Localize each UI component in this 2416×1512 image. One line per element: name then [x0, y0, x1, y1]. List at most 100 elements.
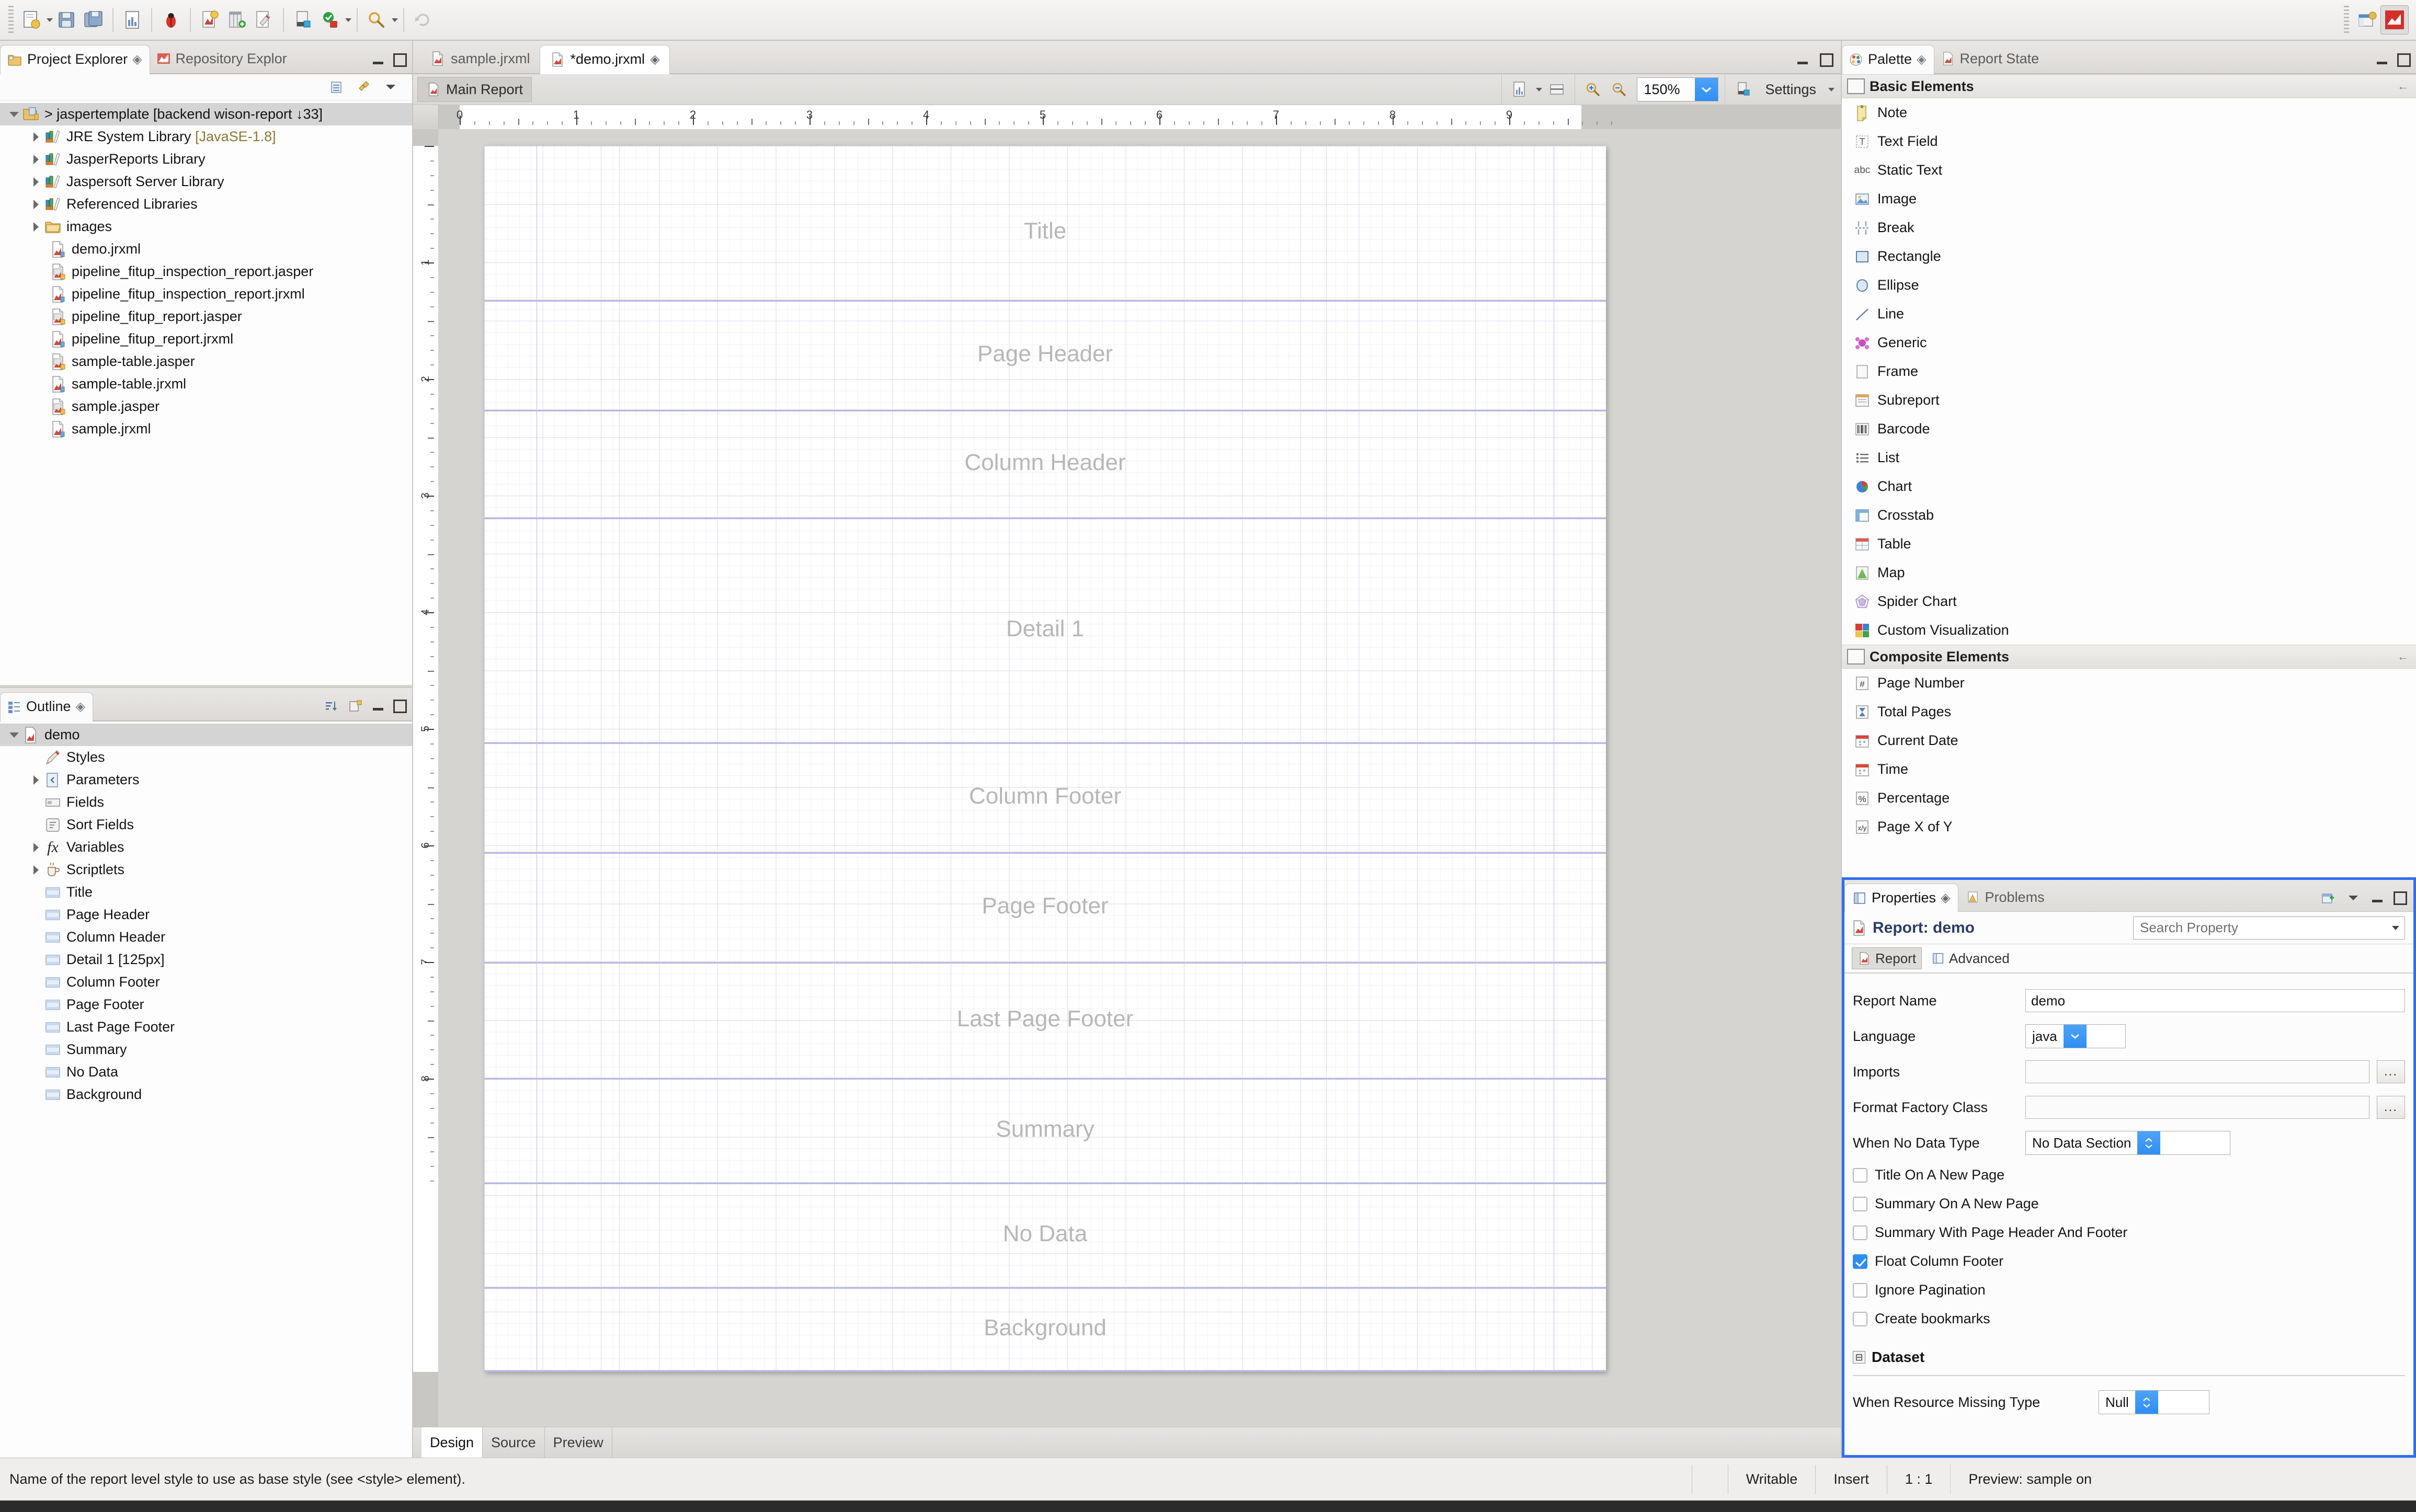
- search-dropdown-caret[interactable]: [392, 18, 398, 22]
- palette-item[interactable]: Crosstab: [1842, 501, 2416, 530]
- tree-item[interactable]: Parameters: [0, 769, 412, 791]
- new-property-icon[interactable]: [2320, 890, 2336, 906]
- tree-twisty[interactable]: [29, 130, 43, 144]
- tree-item[interactable]: JRE System Library [JavaSE-1.8]: [0, 125, 412, 148]
- chevron-down-icon[interactable]: [1695, 78, 1718, 101]
- publish-icon[interactable]: [289, 6, 316, 34]
- property-browse-button[interactable]: ...: [2377, 1060, 2405, 1083]
- tree-item[interactable]: Page Footer: [0, 993, 412, 1016]
- tree-item[interactable]: pipeline_fitup_report.jrxml: [0, 328, 412, 350]
- property-spinner[interactable]: Null: [2099, 1390, 2209, 1414]
- palette-item[interactable]: Total Pages: [1842, 697, 2416, 726]
- new-dropdown-caret[interactable]: [47, 18, 53, 22]
- palette-item[interactable]: x/y Page X of Y: [1842, 812, 2416, 841]
- collapse-icon[interactable]: ←: [2397, 650, 2409, 663]
- report-band[interactable]: Last Page Footer: [484, 964, 1606, 1080]
- tree-twisty[interactable]: [7, 728, 21, 742]
- palette-item[interactable]: Barcode: [1842, 415, 2416, 443]
- tree-item[interactable]: sample.jrxml: [0, 418, 412, 440]
- editor-tab-demo[interactable]: *demo.jrxml ◈: [539, 45, 670, 74]
- tree-item[interactable]: Summary: [0, 1038, 412, 1061]
- tree-item[interactable]: pipeline_fitup_inspection_report.jasper: [0, 260, 412, 283]
- spinner-arrows-icon[interactable]: [2137, 1131, 2161, 1154]
- validate-dropdown-caret[interactable]: [345, 18, 351, 22]
- tree-item[interactable]: sample-table.jasper: [0, 350, 412, 373]
- tree-item[interactable]: Background: [0, 1083, 412, 1106]
- maximize-icon[interactable]: [393, 53, 407, 67]
- minimize-icon[interactable]: [371, 53, 385, 67]
- tab-palette[interactable]: Palette ◈: [1842, 45, 1934, 74]
- property-checkbox-row[interactable]: Float Column Footer: [1853, 1247, 2405, 1276]
- tree-twisty[interactable]: [29, 863, 43, 877]
- validate-icon[interactable]: [316, 6, 344, 34]
- properties-view-icon[interactable]: [347, 698, 363, 714]
- property-browse-button[interactable]: ...: [2377, 1096, 2405, 1119]
- zoom-in-icon[interactable]: [1581, 78, 1604, 101]
- main-report-button[interactable]: Main Report: [417, 77, 532, 102]
- tree-item[interactable]: demo.jrxml: [0, 238, 412, 260]
- report-preview-icon[interactable]: [119, 6, 146, 34]
- close-icon[interactable]: ◈: [76, 699, 85, 714]
- link-editor-icon[interactable]: [356, 79, 371, 95]
- run-report-icon[interactable]: [196, 6, 223, 34]
- tree-item[interactable]: No Data: [0, 1061, 412, 1083]
- report-band[interactable]: Background: [484, 1289, 1606, 1372]
- spinner-arrows-icon[interactable]: [2135, 1391, 2158, 1414]
- tree-twisty[interactable]: [29, 773, 43, 787]
- jaspersoft-perspective-icon[interactable]: [2380, 5, 2409, 35]
- close-icon[interactable]: ◈: [1941, 890, 1950, 906]
- palette-item[interactable]: Table: [1842, 530, 2416, 558]
- report-band[interactable]: Page Header: [484, 302, 1606, 411]
- palette-item[interactable]: Subreport: [1842, 386, 2416, 415]
- view-menu-icon[interactable]: [383, 79, 398, 95]
- tree-item[interactable]: Column Header: [0, 926, 412, 948]
- expand-icon[interactable]: ⊟: [1853, 1351, 1865, 1364]
- maximize-icon[interactable]: [393, 700, 407, 713]
- palette-item[interactable]: Spider Chart: [1842, 587, 2416, 616]
- toolbar-grip-right[interactable]: [2344, 6, 2349, 34]
- tree-twisty[interactable]: [7, 108, 21, 121]
- checkbox-icon[interactable]: [1853, 1282, 1867, 1298]
- checkbox-icon[interactable]: [1853, 1225, 1867, 1240]
- palette-item[interactable]: Ellipse: [1842, 271, 2416, 300]
- tree-twisty[interactable]: [29, 220, 43, 234]
- report-band[interactable]: Column Header: [484, 411, 1606, 519]
- minimize-icon[interactable]: [1796, 53, 1809, 67]
- tree-twisty[interactable]: [29, 175, 43, 189]
- property-checkbox-row[interactable]: Title On A New Page: [1853, 1161, 2405, 1189]
- palette-item[interactable]: Map: [1842, 558, 2416, 587]
- zoom-level-combo[interactable]: 150%: [1637, 77, 1719, 101]
- tab-report-state[interactable]: Report State: [1934, 44, 2047, 73]
- tree-item[interactable]: Styles: [0, 746, 412, 769]
- close-icon[interactable]: ◈: [1917, 52, 1926, 67]
- palette-item[interactable]: abc Static Text: [1842, 156, 2416, 185]
- tree-item[interactable]: pipeline_fitup_report.jasper: [0, 305, 412, 328]
- new-icon[interactable]: [18, 6, 45, 34]
- checkbox-icon[interactable]: [1853, 1311, 1867, 1326]
- checkbox-icon[interactable]: [1853, 1196, 1867, 1211]
- property-input[interactable]: demo: [2025, 989, 2405, 1012]
- palette-item[interactable]: List: [1842, 443, 2416, 472]
- palette-item[interactable]: Image: [1842, 185, 2416, 213]
- palette-item[interactable]: Chart: [1842, 472, 2416, 501]
- tree-item[interactable]: sample-table.jrxml: [0, 373, 412, 395]
- toolbar-grip[interactable]: [8, 6, 14, 34]
- collapse-all-icon[interactable]: [328, 79, 344, 95]
- palette-section-header[interactable]: Basic Elements ←: [1842, 74, 2416, 98]
- chevron-down-icon[interactable]: [1536, 87, 1543, 91]
- palette-item[interactable]: Time: [1842, 755, 2416, 784]
- tab-repository-explorer[interactable]: Repository Explor: [150, 44, 294, 73]
- editor-tab-sample[interactable]: sample.jrxml: [420, 44, 540, 73]
- undo-icon[interactable]: [409, 6, 437, 34]
- outline-tree[interactable]: demo Styles Parameters Fields Sort Fields fx V…: [0, 721, 412, 1458]
- palette-item[interactable]: Current Date: [1842, 726, 2416, 755]
- chevron-down-icon[interactable]: [2063, 1025, 2087, 1048]
- tree-twisty[interactable]: [29, 198, 43, 211]
- band-view-icon[interactable]: [1545, 78, 1568, 101]
- report-band[interactable]: Title: [484, 166, 1606, 302]
- property-input[interactable]: [2025, 1096, 2369, 1119]
- tree-item[interactable]: Scriptlets: [0, 858, 412, 881]
- tree-item[interactable]: JasperReports Library: [0, 148, 412, 170]
- palette-item[interactable]: Custom Visualization: [1842, 616, 2416, 645]
- design-canvas[interactable]: Title Page Header Column Header Detail 1 Col…: [438, 129, 1841, 1427]
